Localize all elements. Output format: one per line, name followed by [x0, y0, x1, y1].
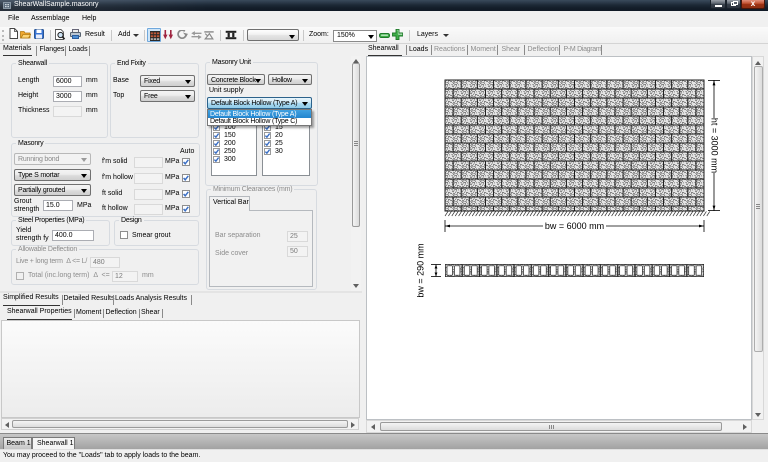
svg-text:bw = 290 mm: bw = 290 mm [416, 243, 426, 297]
svg-text:ht = 3000 mm: ht = 3000 mm [710, 118, 720, 173]
svg-text:bw = 6000 mm: bw = 6000 mm [545, 221, 604, 231]
